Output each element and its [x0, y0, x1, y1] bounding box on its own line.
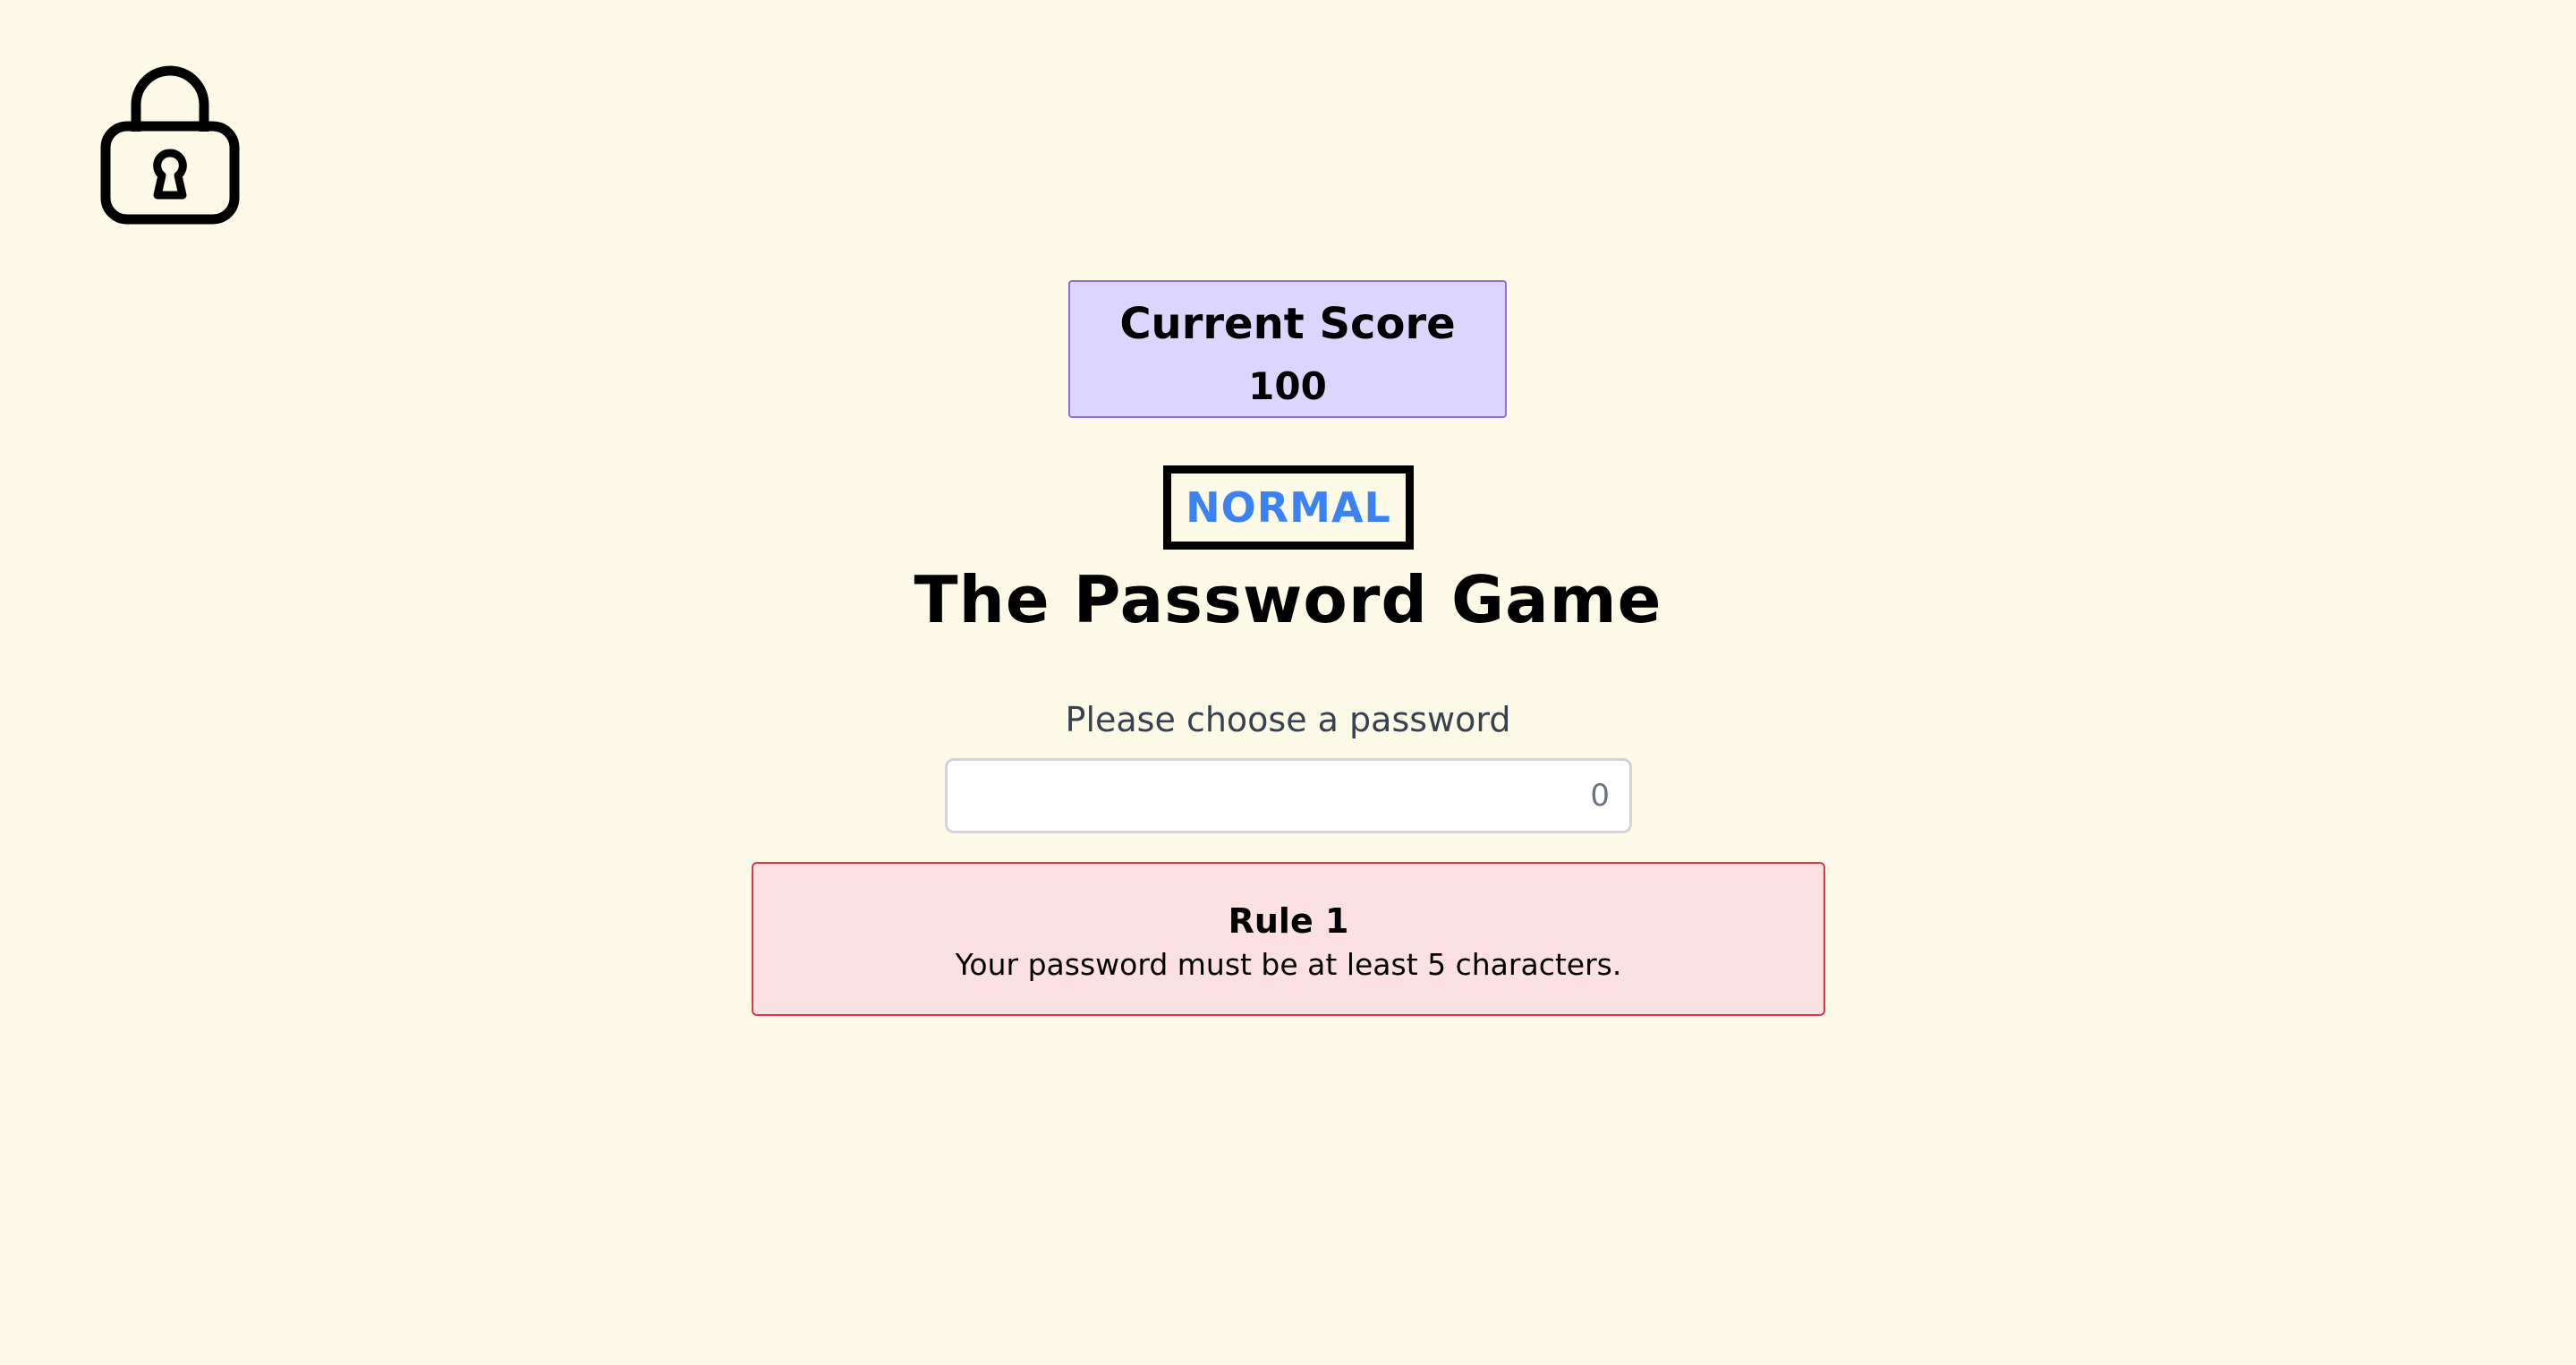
character-count: 0: [1590, 778, 1610, 814]
score-title: Current Score: [1119, 299, 1456, 349]
page-title: The Password Game: [914, 562, 1662, 637]
rule-card: Rule 1 Your password must be at least 5 …: [752, 862, 1825, 1016]
difficulty-label: NORMAL: [1186, 483, 1391, 532]
password-field-container: 0: [945, 758, 1632, 833]
rule-description: Your password must be at least 5 charact…: [955, 947, 1622, 982]
password-input[interactable]: [948, 761, 1629, 831]
rule-title: Rule 1: [1228, 901, 1349, 941]
difficulty-badge: NORMAL: [1163, 465, 1414, 550]
lock-icon: [98, 49, 242, 225]
password-prompt: Please choose a password: [1065, 700, 1511, 739]
score-value: 100: [1248, 364, 1327, 408]
score-panel: Current Score 100: [1068, 280, 1507, 418]
